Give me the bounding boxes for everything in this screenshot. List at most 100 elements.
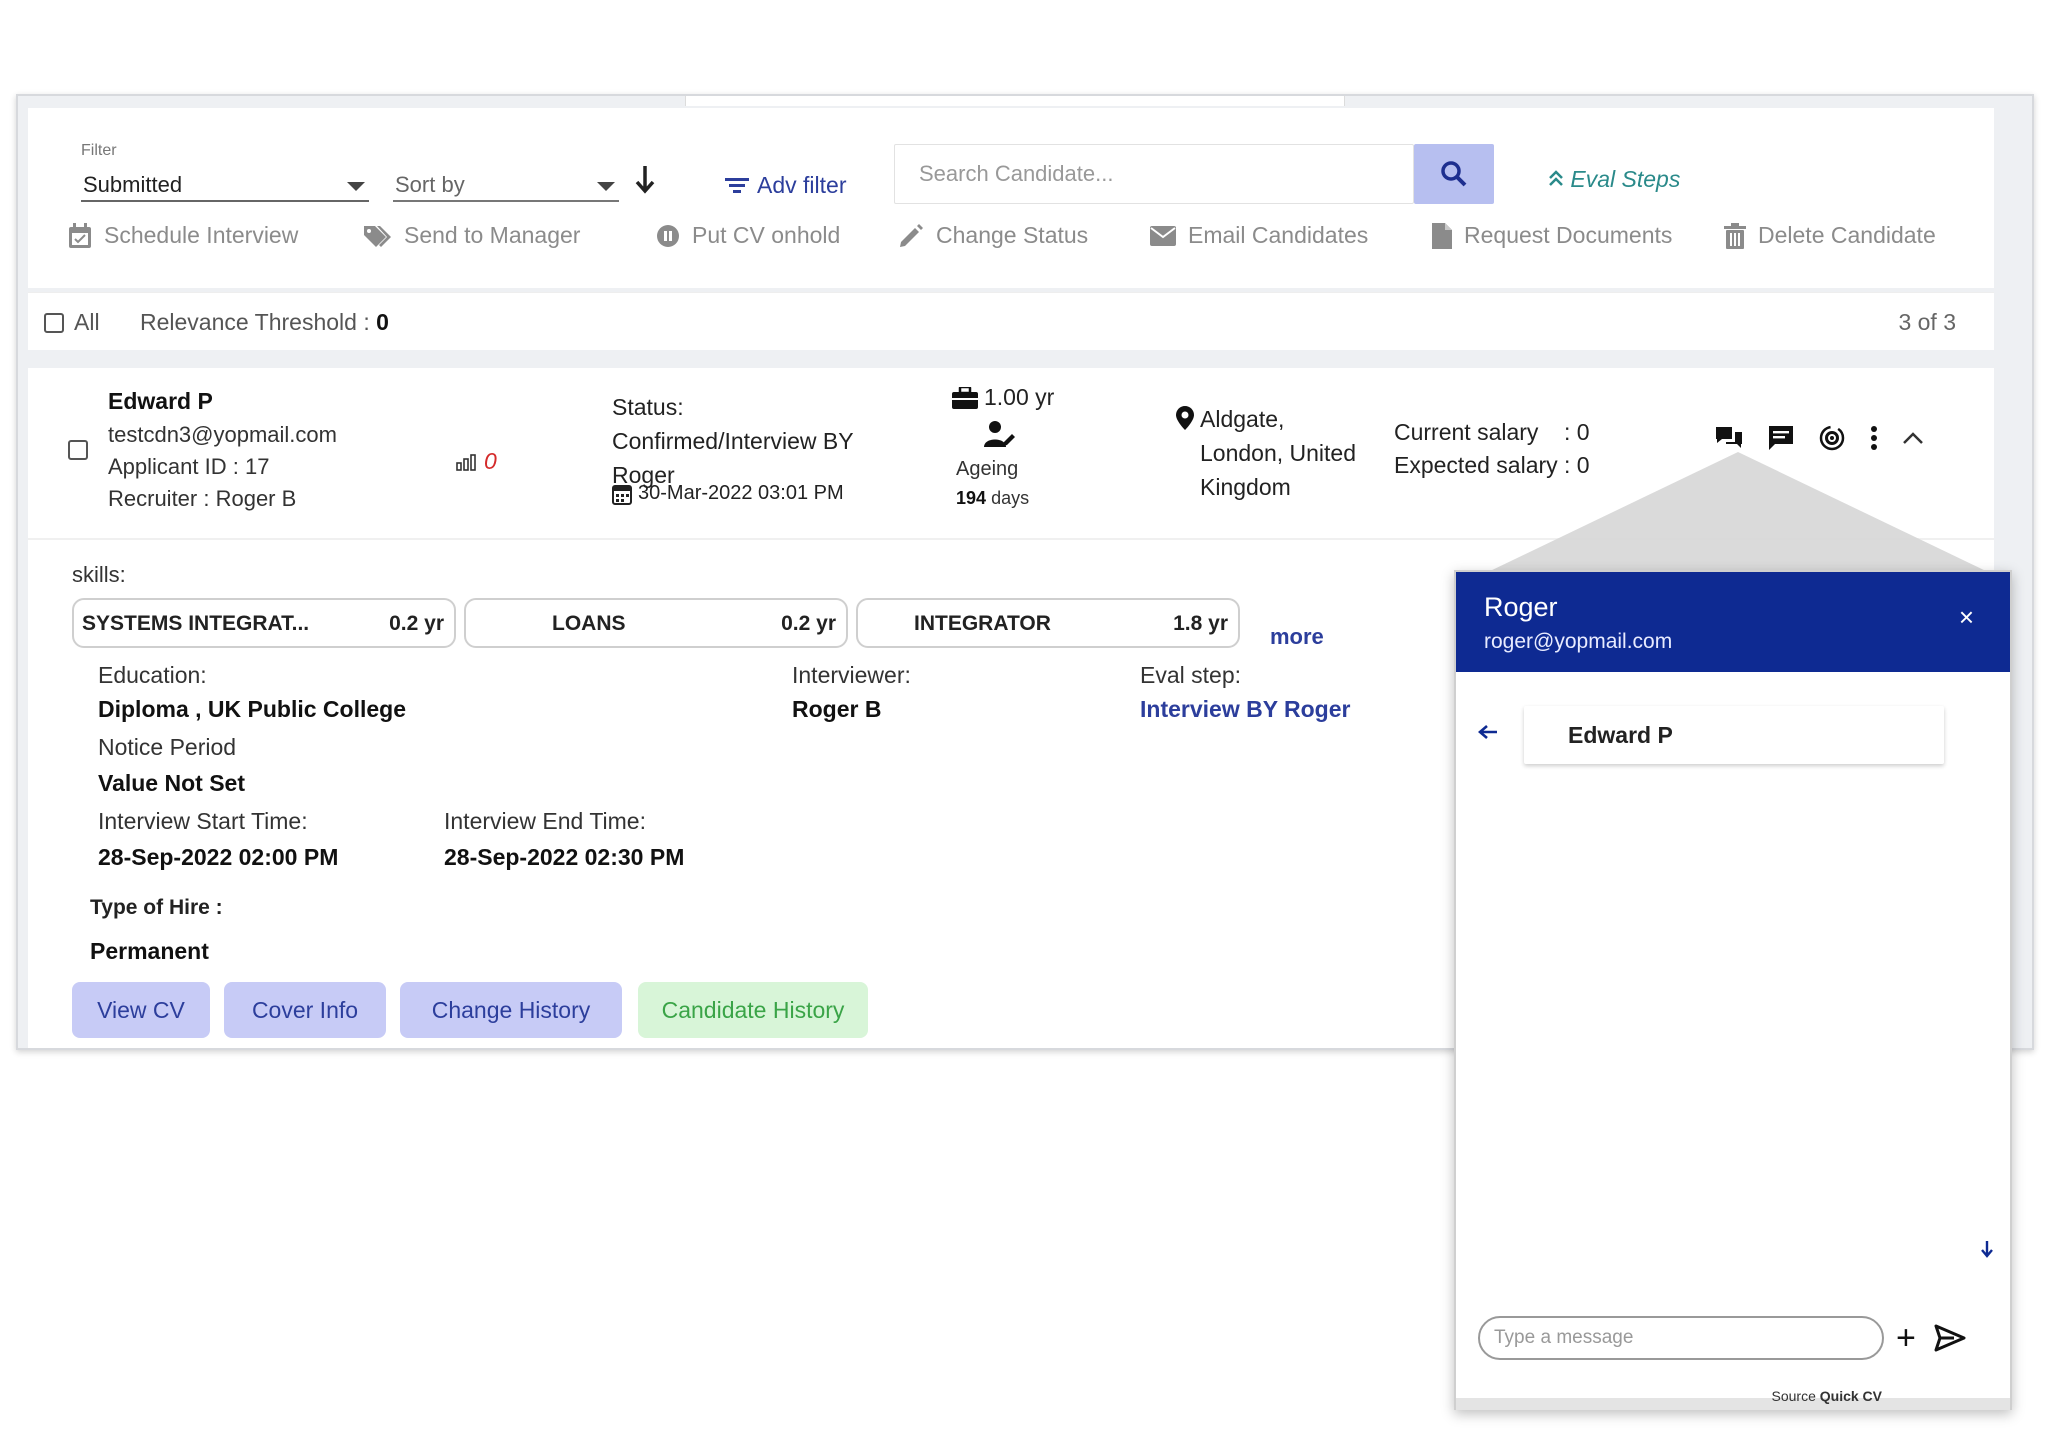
search-button[interactable] [1414,144,1494,204]
briefcase-icon [952,386,978,409]
chat-message-input[interactable] [1480,1318,1882,1358]
partially-hidden-button [108,1048,288,1050]
status-label: Status: [612,394,684,420]
skill-name: INTEGRATOR [914,612,1051,635]
more-skills-link[interactable]: more [1270,624,1324,650]
caret-down-icon [597,182,615,191]
arrow-down-icon[interactable] [634,164,656,202]
chevron-up-icon[interactable] [1902,431,1924,445]
location-line-1: Aldgate, [1200,406,1285,432]
filter-select[interactable]: Submitted [81,162,369,202]
relevance-threshold-value: 0 [376,309,389,335]
education-value: Diploma , UK Public College [98,696,406,722]
candidate-recruiter: Recruiter : Roger B [108,486,297,511]
status-date-value: 30-Mar-2022 03:01 PM [638,482,844,504]
trash-icon [1724,222,1746,249]
candidate-history-button[interactable]: Candidate History [638,982,868,1038]
document-icon [1432,222,1452,249]
chat-header: Roger roger@yopmail.com × [1456,572,2010,672]
schedule-interview-button[interactable]: Schedule Interview [68,222,298,249]
search-input[interactable] [895,145,1413,203]
relevance-score-value: 0 [484,448,497,474]
interviewer-value: Roger B [792,696,882,722]
send-to-manager-button[interactable]: Send to Manager [362,222,580,249]
change-status-button[interactable]: Change Status [898,222,1088,249]
type-of-hire-label: Type of Hire : [90,896,223,919]
ageing-label: Ageing [956,458,1019,480]
adv-filter-button[interactable]: Adv filter [725,172,846,199]
user-edit-icon [984,420,1016,453]
chat-contact-name: Edward P [1568,722,1673,748]
candidate-status: Status: Confirmed/Interview BY Roger [612,390,854,492]
ageing-value: 194 days [956,488,1029,509]
chat-bubbles-icon[interactable] [1714,425,1744,451]
status-date: 30-Mar-2022 03:01 PM [612,482,844,505]
experience: 1.00 yr [952,384,1054,411]
action-label: Request Documents [1464,222,1673,248]
eval-step-link[interactable]: Interview BY Roger [1140,696,1350,723]
chat-footer [1456,1398,2010,1410]
relevance-threshold: Relevance Threshold : 0 [140,309,389,336]
search-box [894,144,1414,204]
pause-icon [657,224,679,247]
status-line-1: Confirmed/Interview BY [612,428,854,454]
calendar-icon [69,222,91,248]
toolbar-panel: Filter Submitted Sort by Adv filter Eval… [28,108,1994,288]
action-label: Delete Candidate [1758,222,1936,248]
skill-chip: SYSTEMS INTEGRAT... 0.2 yr [72,598,456,648]
scroll-down-icon[interactable] [1980,1240,1994,1263]
bar-chart-icon [456,453,476,471]
candidate-name[interactable]: Edward P [108,388,213,415]
candidate-location: Aldgate, London, United Kingdom [1176,402,1366,504]
select-all-checkbox[interactable] [44,313,64,333]
action-label: Send to Manager [404,222,581,248]
candidate-applicant-id: Applicant ID : 17 [108,454,270,479]
popover-pointer [1488,452,1988,572]
filter-icon [725,175,749,196]
chat-user-email: roger@yopmail.com [1484,630,1673,653]
eval-steps-label: Eval Steps [1570,166,1681,192]
skill-years: 1.8 yr [1173,612,1228,635]
action-label: Put CV onhold [692,222,841,248]
skill-chip: INTEGRATOR 1.8 yr [856,598,1240,648]
cover-info-button[interactable]: Cover Info [224,982,386,1038]
map-pin-icon [1176,406,1194,430]
experience-value: 1.00 yr [984,384,1055,410]
ageing-days: 194 [956,488,987,508]
skill-years: 0.2 yr [781,612,836,635]
candidate-checkbox[interactable] [68,440,88,460]
view-cv-button[interactable]: View CV [72,982,210,1038]
sort-placeholder: Sort by [395,172,465,197]
interviewer-label: Interviewer: [792,662,911,688]
put-cv-onhold-button[interactable]: Put CV onhold [656,222,840,249]
eval-steps-link[interactable]: Eval Steps [1548,166,1680,193]
request-documents-button[interactable]: Request Documents [1432,222,1672,249]
filter-value: Submitted [83,172,183,197]
ageing-unit: days [991,488,1030,508]
candidate-email: testcdn3@yopmail.com [108,422,337,447]
gear-sync-icon[interactable] [1818,424,1846,452]
interview-start-value: 28-Sep-2022 02:00 PM [98,844,339,870]
sort-select[interactable]: Sort by [393,162,619,202]
chat-contact-card[interactable]: Edward P [1524,706,1944,764]
send-icon[interactable] [1934,1324,1966,1357]
select-all-row: All Relevance Threshold : 0 3 of 3 [28,292,1994,350]
change-history-button[interactable]: Change History [400,982,622,1038]
email-candidates-button[interactable]: Email Candidates [1150,222,1368,249]
filter-label: Filter [81,142,117,159]
caret-down-icon [347,182,365,191]
message-icon[interactable] [1768,425,1794,451]
calendar-icon [612,484,632,505]
back-arrow-icon[interactable] [1478,724,1498,745]
interview-end-value: 28-Sep-2022 02:30 PM [444,844,685,870]
adv-filter-label: Adv filter [757,172,847,198]
result-count: 3 of 3 [1898,309,1956,335]
notice-period-value: Value Not Set [98,770,245,796]
add-attachment-button[interactable]: + [1896,1316,1916,1360]
card-action-icons [1714,424,1924,452]
double-chevron-up-icon [1549,170,1563,186]
close-icon[interactable]: × [1959,602,1974,633]
skill-chip: LOANS 0.2 yr [464,598,848,648]
more-vertical-icon[interactable] [1870,425,1878,451]
delete-candidate-button[interactable]: Delete Candidate [1724,222,1936,249]
